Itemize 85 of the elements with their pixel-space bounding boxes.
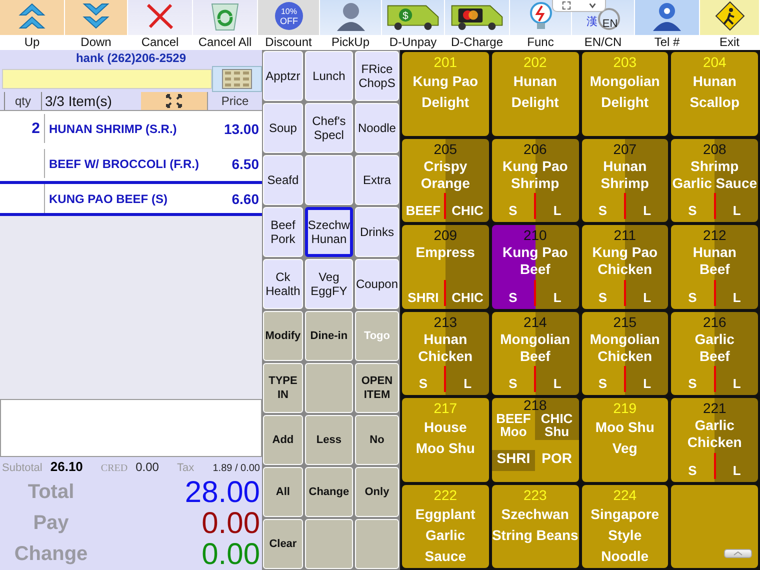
keypad-icon (222, 69, 252, 89)
func-button[interactable]: Func (510, 0, 572, 50)
function-button[interactable]: All (263, 467, 303, 517)
menu-item-button[interactable]: 208 Shrimp Garlic Sauce S L (671, 138, 758, 222)
category-button[interactable]: Coupon (354, 259, 399, 309)
up-button[interactable]: Up (0, 0, 65, 50)
cancel-button[interactable]: Cancel (128, 0, 193, 50)
category-button[interactable]: Ck Health (263, 259, 303, 309)
pay-label: Pay (32, 512, 70, 535)
menu-item-button[interactable]: 213 Hunan Chicken S L (402, 312, 489, 395)
menu-item-button[interactable]: 206 Kung Pao Shrimp S L (492, 138, 578, 222)
total-label: Total (26, 481, 76, 504)
function-button[interactable] (304, 363, 353, 413)
chevron-down-icon[interactable] (588, 1, 596, 10)
menu-item-button[interactable]: 207 Hunan Shrimp S L (582, 138, 668, 222)
expand-button[interactable] (141, 92, 207, 110)
menu-item-button[interactable]: 218 BEEF Moo CHIC Shu SHRI POR (492, 398, 578, 482)
van-cash-button[interactable]: $ D-Unpay (382, 0, 445, 50)
menu-item-button[interactable]: 211 Kung Pao Chicken S L (582, 225, 668, 308)
order-row[interactable]: 2 HUNAN SHRIMP (S.R.) 13.00 (8, 111, 262, 146)
total-value: 28.00 (184, 476, 260, 510)
category-button[interactable]: Apptzr (263, 51, 303, 101)
category-button[interactable]: Beef Pork (263, 207, 303, 257)
category-button[interactable]: FRice ChopS (354, 51, 399, 101)
category-button[interactable]: Seafd (263, 155, 303, 205)
category-button[interactable]: Lunch (304, 51, 353, 101)
category-button[interactable]: Extra (354, 155, 399, 205)
function-button[interactable]: Less (304, 415, 353, 465)
function-button[interactable] (304, 519, 353, 569)
category-button[interactable]: Noodle (354, 103, 399, 153)
menu-item-button[interactable]: 205 Crispy Orange BEEF CHIC (402, 138, 489, 222)
item-name: HUNAN SHRIMP (S.R.) (48, 122, 178, 136)
caret-up-icon (733, 551, 743, 556)
keypad-button[interactable] (212, 66, 262, 92)
item-name: KUNG PAO BEEF (S) (48, 192, 168, 206)
tax-label: Tax (176, 461, 194, 476)
menu-item-button[interactable]: 216 Garlic Beef S L (671, 312, 758, 395)
change-value: 0.00 (202, 538, 260, 570)
down-button[interactable]: Down (65, 0, 128, 50)
category-button[interactable]: Drinks (354, 207, 399, 257)
function-button[interactable]: TYPE IN (263, 363, 303, 413)
credit-value: 0.00 (136, 459, 159, 476)
item-name: BEEF W/ BROCCOLI (F.R.) (48, 156, 200, 170)
menu-item-button[interactable]: 209 Empress SHRI CHIC (402, 225, 489, 308)
expand-arrows-icon (166, 94, 182, 108)
function-button[interactable]: OPEN ITEM (354, 363, 399, 413)
menu-item-button[interactable]: 215 Mongolian Chicken S L (582, 312, 668, 395)
category-button[interactable]: Szechw Hunan (304, 207, 353, 257)
quantity: 2 (32, 120, 40, 137)
subtotal-value: 26.10 (50, 458, 83, 476)
input-field[interactable] (2, 69, 212, 89)
pickup-button[interactable]: PickUp (320, 0, 382, 50)
cancel-all-button[interactable]: Cancel All (193, 0, 258, 50)
phone-button[interactable]: Tel # (635, 0, 700, 50)
function-button[interactable]: Dine-in (304, 311, 353, 361)
pay-value: 0.00 (202, 506, 260, 540)
van-card-button[interactable]: D-Charge (445, 0, 510, 50)
subtotal-label: Subtotal (2, 461, 42, 476)
function-button[interactable]: Only (354, 467, 399, 517)
function-button[interactable]: Change (304, 467, 353, 517)
item-price: 6.60 (232, 190, 260, 206)
item-price: 6.50 (232, 156, 260, 172)
credit-label: CRED (100, 462, 128, 476)
menu-item-button[interactable]: 212 Hunan Beef S L (671, 225, 758, 308)
function-button[interactable] (354, 519, 399, 569)
change-label: Change (13, 543, 89, 566)
customer-info: hank (262)206-2529 (74, 50, 188, 66)
category-button[interactable]: Soup (263, 103, 303, 153)
function-button[interactable]: Clear (263, 519, 303, 569)
category-button[interactable]: Veg EggFY (304, 259, 353, 309)
item-price: 13.00 (224, 120, 260, 136)
category-button[interactable]: Chef's Specl (304, 103, 353, 153)
menu-item-button[interactable]: 214 Mongolian Beef S L (492, 312, 578, 395)
item-count: 3/3 Item(s) (44, 92, 113, 110)
order-row[interactable]: BEEF W/ BROCCOLI (F.R.) 6.50 (8, 146, 262, 181)
menu-item-button[interactable]: 221 Garlic Chicken S L (671, 398, 758, 482)
function-button[interactable]: No (354, 415, 399, 465)
function-button[interactable]: Add (263, 415, 303, 465)
function-button[interactable]: Modify (263, 311, 303, 361)
tax-value: 1.89 / 0.00 (212, 462, 260, 476)
column-header: qty (4, 92, 42, 110)
expand-icon[interactable] (562, 1, 570, 10)
exit-button[interactable]: Exit (700, 0, 760, 50)
scroll-up-button[interactable] (724, 549, 752, 558)
discount-button[interactable]: 10% OFF Discount (258, 0, 320, 50)
